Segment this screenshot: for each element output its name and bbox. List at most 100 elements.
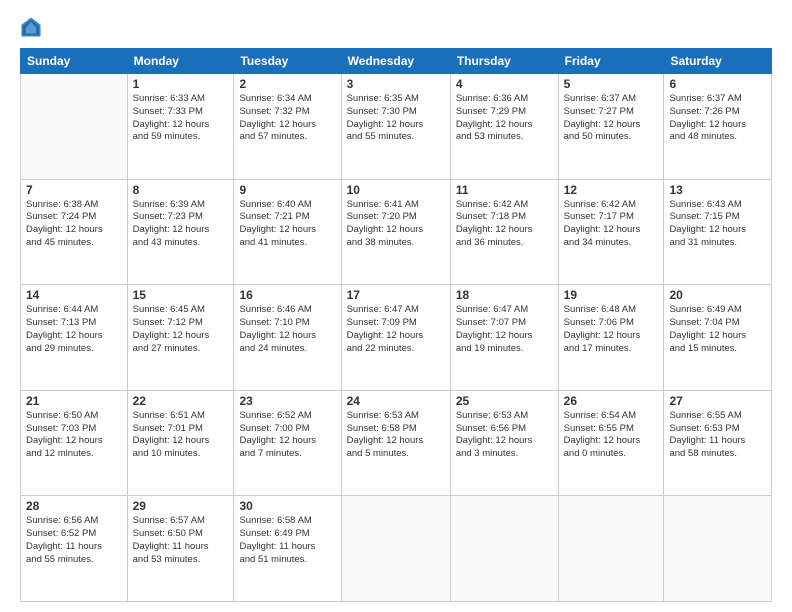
calendar-day-cell: 23Sunrise: 6:52 AMSunset: 7:00 PMDayligh… <box>234 390 341 496</box>
day-number: 12 <box>564 183 659 197</box>
calendar-day-cell: 27 Sunrise: 6:55 AMSunset: 6:53 PMDayligh… <box>664 390 772 496</box>
day-number: 6 <box>669 77 766 91</box>
day-number: 8 <box>133 183 229 197</box>
day-number: 22 <box>133 394 229 408</box>
day-number: 24 <box>347 394 445 408</box>
calendar-day-cell: 5Sunrise: 6:37 AMSunset: 7:27 PMDaylight… <box>558 74 664 180</box>
day-number: 10 <box>347 183 445 197</box>
logo-icon <box>20 16 42 38</box>
calendar-day-cell <box>664 496 772 602</box>
day-info: Sunrise: 6:50 AMSunset: 7:03 PMDaylight:… <box>26 410 122 461</box>
day-number: 17 <box>347 288 445 302</box>
calendar-day-cell: 13 Sunrise: 6:43 AMSunset: 7:15 PMDayligh… <box>664 179 772 285</box>
calendar-day-cell: 25 Sunrise: 6:53 AMSunset: 6:56 PMDayligh… <box>450 390 558 496</box>
day-info: Sunrise: 6:53 AMSunset: 6:56 PMDaylight:… <box>456 410 553 461</box>
day-number: 25 <box>456 394 553 408</box>
day-info: Sunrise: 6:58 AMSunset: 6:49 PMDaylight:… <box>239 515 335 566</box>
calendar-header-row: SundayMondayTuesdayWednesdayThursdayFrid… <box>21 49 772 74</box>
day-info: Sunrise: 6:33 AMSunset: 7:33 PMDaylight:… <box>133 93 229 144</box>
calendar-day-cell: 6 Sunrise: 6:37 AMSunset: 7:26 PMDaylight… <box>664 74 772 180</box>
day-number: 4 <box>456 77 553 91</box>
day-info: Sunrise: 6:53 AMSunset: 6:58 PMDaylight:… <box>347 410 445 461</box>
day-info: Sunrise: 6:42 AMSunset: 7:17 PMDaylight:… <box>564 199 659 250</box>
day-number: 7 <box>26 183 122 197</box>
day-number: 18 <box>456 288 553 302</box>
calendar-day-cell: 17 Sunrise: 6:47 AMSunset: 7:09 PMDayligh… <box>341 285 450 391</box>
calendar-day-cell: 26 Sunrise: 6:54 AMSunset: 6:55 PMDayligh… <box>558 390 664 496</box>
day-info: Sunrise: 6:47 AMSunset: 7:07 PMDaylight:… <box>456 304 553 355</box>
day-info: Sunrise: 6:47 AMSunset: 7:09 PMDaylight:… <box>347 304 445 355</box>
day-number: 30 <box>239 499 335 513</box>
day-info: Sunrise: 6:56 AMSunset: 6:52 PMDaylight:… <box>26 515 122 566</box>
calendar-day-cell: 16 Sunrise: 6:46 AMSunset: 7:10 PMDayligh… <box>234 285 341 391</box>
weekday-header: Friday <box>558 49 664 74</box>
calendar-day-cell: 1 Sunrise: 6:33 AMSunset: 7:33 PMDaylight… <box>127 74 234 180</box>
calendar-day-cell: 29 Sunrise: 6:57 AMSunset: 6:50 PMDayligh… <box>127 496 234 602</box>
calendar-day-cell: 22 Sunrise: 6:51 AMSunset: 7:01 PMDayligh… <box>127 390 234 496</box>
calendar-day-cell: 2 Sunrise: 6:34 AMSunset: 7:32 PMDaylight… <box>234 74 341 180</box>
day-number: 21 <box>26 394 122 408</box>
day-number: 20 <box>669 288 766 302</box>
day-info: Sunrise: 6:44 AMSunset: 7:13 PMDaylight:… <box>26 304 122 355</box>
day-info: Sunrise: 6:39 AMSunset: 7:23 PMDaylight:… <box>133 199 229 250</box>
day-number: 29 <box>133 499 229 513</box>
weekday-header: Wednesday <box>341 49 450 74</box>
day-number: 26 <box>564 394 659 408</box>
calendar-day-cell: 28Sunrise: 6:56 AMSunset: 6:52 PMDayligh… <box>21 496 128 602</box>
logo <box>20 16 44 38</box>
day-number: 15 <box>133 288 229 302</box>
calendar-day-cell <box>21 74 128 180</box>
day-number: 11 <box>456 183 553 197</box>
day-info: Sunrise: 6:43 AMSunset: 7:15 PMDaylight:… <box>669 199 766 250</box>
calendar-week-row: 14Sunrise: 6:44 AMSunset: 7:13 PMDayligh… <box>21 285 772 391</box>
day-info: Sunrise: 6:51 AMSunset: 7:01 PMDaylight:… <box>133 410 229 461</box>
calendar-table: SundayMondayTuesdayWednesdayThursdayFrid… <box>20 48 772 602</box>
calendar-day-cell: 24 Sunrise: 6:53 AMSunset: 6:58 PMDayligh… <box>341 390 450 496</box>
calendar-day-cell: 14Sunrise: 6:44 AMSunset: 7:13 PMDayligh… <box>21 285 128 391</box>
calendar-day-cell: 21 Sunrise: 6:50 AMSunset: 7:03 PMDayligh… <box>21 390 128 496</box>
calendar-week-row: 7Sunrise: 6:38 AMSunset: 7:24 PMDaylight… <box>21 179 772 285</box>
day-info: Sunrise: 6:55 AMSunset: 6:53 PMDaylight:… <box>669 410 766 461</box>
day-info: Sunrise: 6:36 AMSunset: 7:29 PMDaylight:… <box>456 93 553 144</box>
day-info: Sunrise: 6:54 AMSunset: 6:55 PMDaylight:… <box>564 410 659 461</box>
day-info: Sunrise: 6:41 AMSunset: 7:20 PMDaylight:… <box>347 199 445 250</box>
calendar-week-row: 28Sunrise: 6:56 AMSunset: 6:52 PMDayligh… <box>21 496 772 602</box>
calendar-day-cell <box>341 496 450 602</box>
day-info: Sunrise: 6:37 AMSunset: 7:26 PMDaylight:… <box>669 93 766 144</box>
calendar-day-cell: 10 Sunrise: 6:41 AMSunset: 7:20 PMDayligh… <box>341 179 450 285</box>
day-info: Sunrise: 6:49 AMSunset: 7:04 PMDaylight:… <box>669 304 766 355</box>
day-number: 19 <box>564 288 659 302</box>
calendar-day-cell: 19 Sunrise: 6:48 AMSunset: 7:06 PMDayligh… <box>558 285 664 391</box>
weekday-header: Tuesday <box>234 49 341 74</box>
day-info: Sunrise: 6:45 AMSunset: 7:12 PMDaylight:… <box>133 304 229 355</box>
day-info: Sunrise: 6:57 AMSunset: 6:50 PMDaylight:… <box>133 515 229 566</box>
calendar-day-cell: 8 Sunrise: 6:39 AMSunset: 7:23 PMDaylight… <box>127 179 234 285</box>
day-info: Sunrise: 6:34 AMSunset: 7:32 PMDaylight:… <box>239 93 335 144</box>
day-number: 1 <box>133 77 229 91</box>
calendar-week-row: 1 Sunrise: 6:33 AMSunset: 7:33 PMDaylight… <box>21 74 772 180</box>
calendar-day-cell <box>558 496 664 602</box>
day-number: 16 <box>239 288 335 302</box>
page: SundayMondayTuesdayWednesdayThursdayFrid… <box>0 0 792 612</box>
weekday-header: Saturday <box>664 49 772 74</box>
weekday-header: Sunday <box>21 49 128 74</box>
day-number: 13 <box>669 183 766 197</box>
calendar-day-cell <box>450 496 558 602</box>
calendar-day-cell: 11 Sunrise: 6:42 AMSunset: 7:18 PMDayligh… <box>450 179 558 285</box>
day-number: 27 <box>669 394 766 408</box>
day-number: 3 <box>347 77 445 91</box>
weekday-header: Monday <box>127 49 234 74</box>
day-info: Sunrise: 6:46 AMSunset: 7:10 PMDaylight:… <box>239 304 335 355</box>
day-number: 23 <box>239 394 335 408</box>
day-number: 9 <box>239 183 335 197</box>
day-info: Sunrise: 6:48 AMSunset: 7:06 PMDaylight:… <box>564 304 659 355</box>
calendar-day-cell: 9 Sunrise: 6:40 AMSunset: 7:21 PMDaylight… <box>234 179 341 285</box>
day-info: Sunrise: 6:42 AMSunset: 7:18 PMDaylight:… <box>456 199 553 250</box>
calendar-day-cell: 15 Sunrise: 6:45 AMSunset: 7:12 PMDayligh… <box>127 285 234 391</box>
day-info: Sunrise: 6:40 AMSunset: 7:21 PMDaylight:… <box>239 199 335 250</box>
weekday-header: Thursday <box>450 49 558 74</box>
calendar-day-cell: 18 Sunrise: 6:47 AMSunset: 7:07 PMDayligh… <box>450 285 558 391</box>
header <box>20 16 772 38</box>
day-number: 2 <box>239 77 335 91</box>
calendar-day-cell: 20 Sunrise: 6:49 AMSunset: 7:04 PMDayligh… <box>664 285 772 391</box>
